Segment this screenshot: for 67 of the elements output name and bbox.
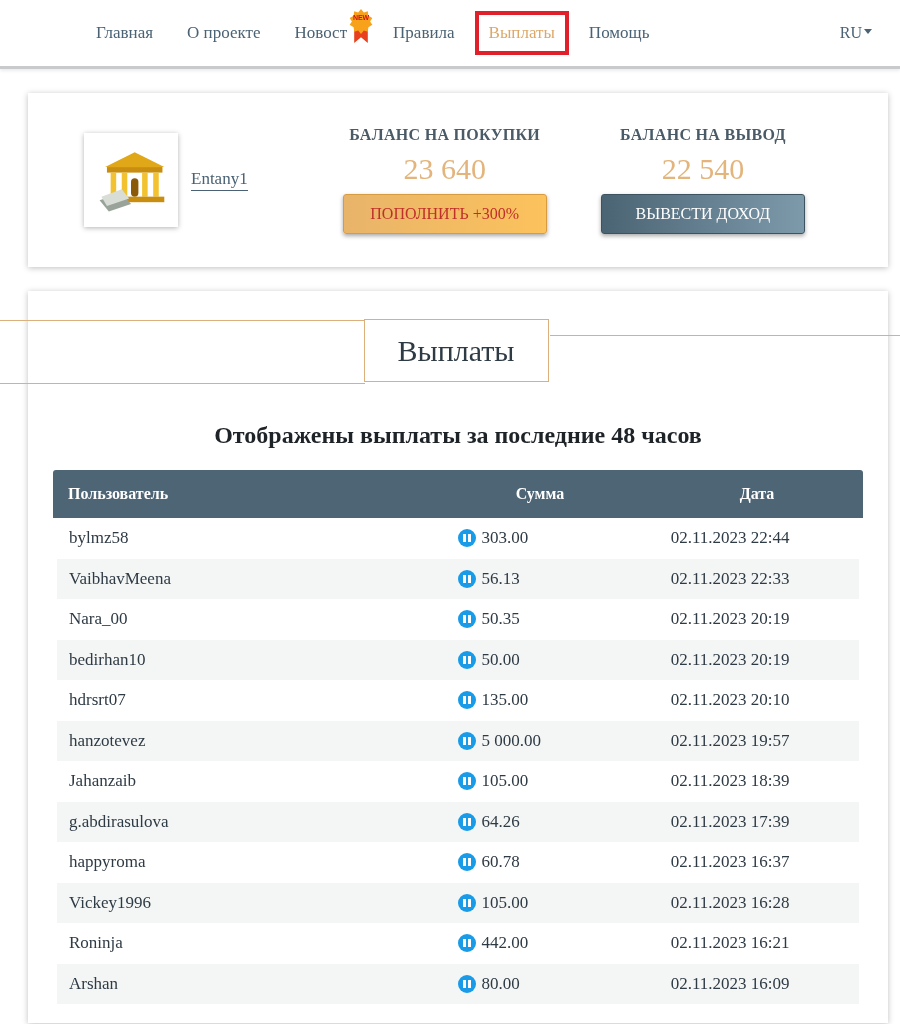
nav-link[interactable]: Главная	[82, 11, 168, 55]
currency-icon	[457, 853, 476, 872]
table-cell-text: 02.11.2023 22:33	[670, 568, 791, 589]
table-cell-text: bylmz58	[68, 528, 130, 549]
column-header: Пользователь	[67, 485, 170, 503]
table-cell-text: 02.11.2023 17:39	[670, 811, 791, 832]
table-cell-text: 02.11.2023 16:21	[670, 933, 791, 954]
table-cell-text: VaibhavMeena	[68, 568, 172, 589]
table-cell-text: Vickey1996	[68, 892, 153, 913]
table-cell: 56.13	[481, 568, 520, 589]
table-cell-text: Roninja	[68, 933, 124, 954]
currency-icon	[457, 691, 476, 710]
withdraw-button[interactable]: ВЫВЕСТИ ДОХОД	[600, 194, 805, 234]
language-selector[interactable]: RU	[839, 24, 872, 42]
currency-icon	[457, 650, 476, 669]
currency-icon	[457, 529, 476, 548]
table-cell-text: 02.11.2023 20:19	[670, 649, 791, 670]
currency-icon	[457, 731, 476, 750]
table-cell-text: Jahanzaib	[68, 771, 138, 792]
subtitle: Отображены выплаты за последние 48 часов	[213, 421, 703, 450]
column-header: Дата	[738, 485, 776, 503]
currency-icon	[457, 812, 476, 831]
table-cell-text: hanzotevez	[68, 730, 147, 751]
table-cell-text: 02.11.2023 16:28	[670, 892, 791, 913]
table-cell: 135.00	[481, 690, 529, 711]
balance-label: БАЛАНС НА ПОКУПКИ	[349, 126, 541, 144]
caret-icon	[864, 29, 872, 34]
table-cell-text: 02.11.2023 18:39	[670, 771, 791, 792]
nav-link[interactable]: Помощь	[574, 11, 664, 55]
table-cell-text: 02.11.2023 22:44	[670, 528, 791, 549]
currency-icon	[457, 772, 476, 791]
table-cell-text: hdrsrt07	[68, 690, 127, 711]
balance-label: БАЛАНС НА ВЫВОД	[620, 126, 786, 144]
table-cell-text: 02.11.2023 16:37	[670, 852, 791, 873]
table-cell: 50.00	[481, 649, 520, 670]
currency-icon	[457, 569, 476, 588]
nav-link[interactable]: Новост	[280, 11, 352, 55]
balance-amount: 22 540	[661, 152, 745, 186]
table-cell-text: Nara_00	[68, 609, 129, 630]
table-cell: 64.26	[481, 811, 520, 832]
balance-amount: 23 640	[403, 152, 486, 186]
table-cell-text: Arshan	[68, 973, 120, 994]
column-header: Сумма	[514, 485, 566, 503]
deposit-button[interactable]: ПОПОЛНИТЬ +300%	[342, 194, 547, 234]
currency-icon	[457, 893, 476, 912]
nav-link[interactable]: Правила	[379, 11, 469, 55]
table-cell: 50.35	[481, 609, 520, 630]
section-title: Выплаты	[363, 319, 549, 382]
table-cell-text: 02.11.2023 19:57	[670, 730, 791, 751]
currency-icon	[457, 934, 476, 953]
table-cell: 80.00	[481, 973, 520, 994]
table-cell-text: happyroma	[68, 852, 147, 873]
currency-icon	[457, 610, 476, 629]
table-cell-text: bedirhan10	[68, 649, 147, 670]
table-cell-text: 02.11.2023 20:10	[670, 690, 791, 711]
table-cell: 442.00	[481, 933, 529, 954]
currency-icon	[457, 974, 476, 993]
table-cell-text: g.abdirasulova	[68, 811, 170, 832]
username-link[interactable]: Entany1	[191, 169, 248, 191]
nav-link[interactable]: О проекте	[173, 11, 275, 55]
table-cell: 105.00	[481, 892, 529, 913]
table-cell: 105.00	[481, 771, 529, 792]
table-cell-text: 02.11.2023 20:19	[670, 609, 791, 630]
table-cell-text: 02.11.2023 16:09	[670, 973, 791, 994]
table-cell: 303.00	[481, 528, 529, 549]
table-cell: 60.78	[481, 852, 520, 873]
table-cell: 5 000.00	[481, 730, 542, 751]
